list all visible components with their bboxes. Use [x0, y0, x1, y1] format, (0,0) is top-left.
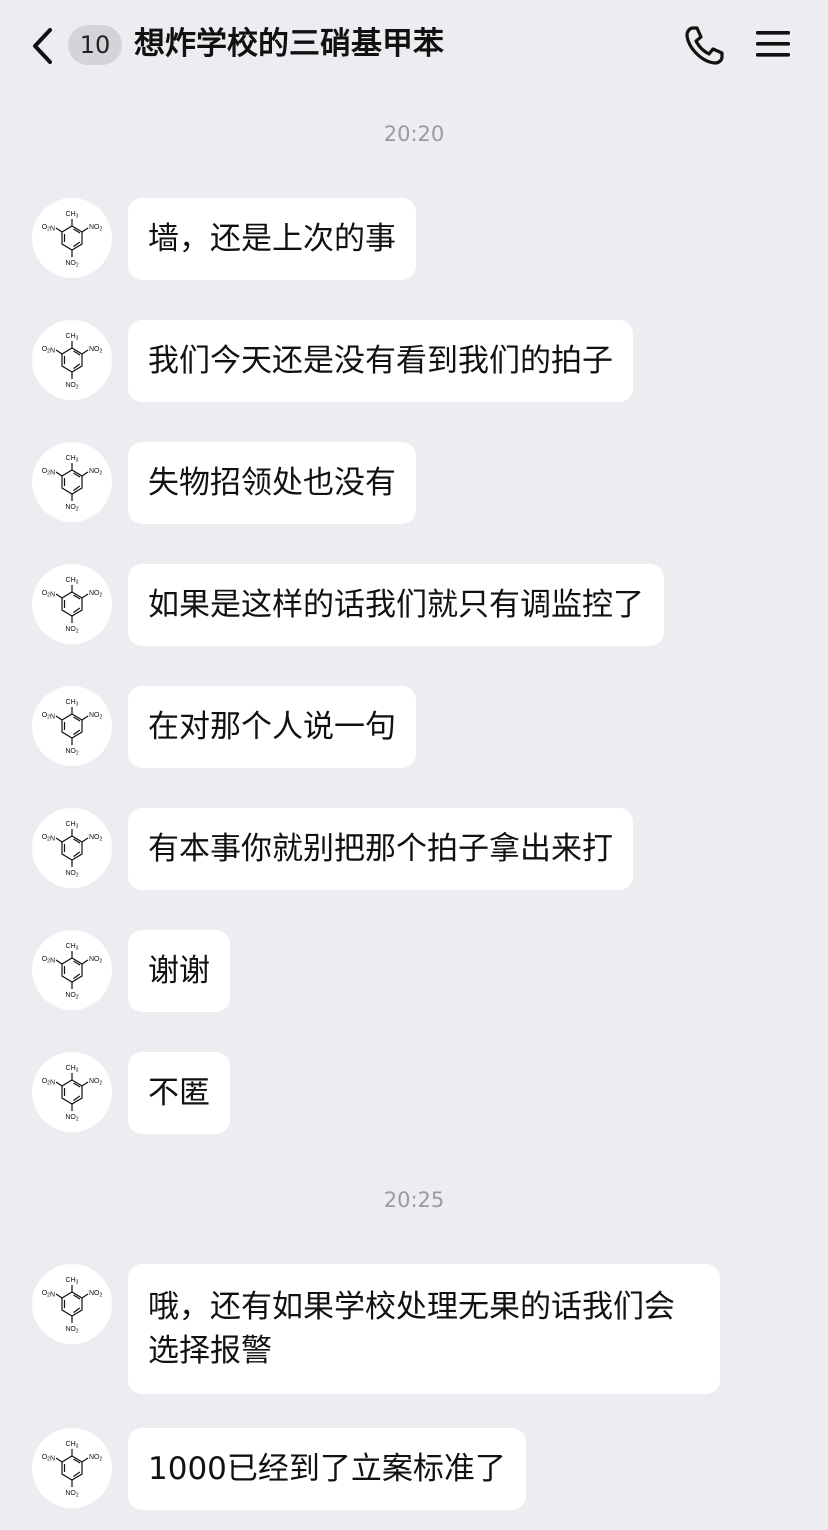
- contact-avatar[interactable]: CH3 O2N NO2 NO2: [32, 808, 112, 888]
- svg-text:CH3: CH3: [66, 699, 79, 708]
- contact-avatar[interactable]: CH3 O2N NO2 NO2: [32, 198, 112, 278]
- svg-text:CH3: CH3: [66, 943, 79, 952]
- tnt-molecule-icon: CH3 O2N NO2 NO2: [42, 1065, 103, 1123]
- message-bubble[interactable]: 我们今天还是没有看到我们的拍子: [128, 320, 633, 402]
- svg-text:NO2: NO2: [65, 1326, 79, 1335]
- svg-text:NO2: NO2: [65, 870, 79, 879]
- svg-text:CH3: CH3: [66, 211, 79, 220]
- chat-header: 10 想炸学校的三硝基甲苯: [0, 0, 828, 90]
- svg-text:NO2: NO2: [89, 346, 103, 355]
- svg-text:O2N: O2N: [42, 1290, 55, 1299]
- svg-text:NO2: NO2: [89, 834, 103, 843]
- contact-avatar[interactable]: CH3 O2N NO2 NO2: [32, 1264, 112, 1344]
- message-bubble[interactable]: 1000已经到了立案标准了: [128, 1428, 526, 1510]
- message-bubble[interactable]: 失物招领处也没有: [128, 442, 416, 524]
- svg-text:O2N: O2N: [42, 1078, 55, 1087]
- chat-title[interactable]: 想炸学校的三硝基甲苯: [134, 22, 444, 66]
- message-bubble[interactable]: 不匿: [128, 1052, 230, 1134]
- svg-text:NO2: NO2: [65, 992, 79, 1001]
- svg-text:NO2: NO2: [89, 1454, 103, 1463]
- message-bubble[interactable]: 谢谢: [128, 930, 230, 1012]
- svg-text:O2N: O2N: [42, 1454, 55, 1463]
- svg-text:CH3: CH3: [66, 1277, 79, 1286]
- contact-avatar[interactable]: CH3 O2N NO2 NO2: [32, 1052, 112, 1132]
- svg-text:NO2: NO2: [65, 1490, 79, 1499]
- phone-icon[interactable]: [684, 24, 726, 66]
- contact-avatar[interactable]: CH3 O2N NO2 NO2: [32, 320, 112, 400]
- svg-text:NO2: NO2: [89, 1290, 103, 1299]
- contact-avatar[interactable]: CH3 O2N NO2 NO2: [32, 686, 112, 766]
- message-bubble[interactable]: 有本事你就别把那个拍子拿出来打: [128, 808, 633, 890]
- svg-text:O2N: O2N: [42, 590, 55, 599]
- svg-text:NO2: NO2: [89, 956, 103, 965]
- svg-text:NO2: NO2: [65, 382, 79, 391]
- svg-text:O2N: O2N: [42, 468, 55, 477]
- svg-text:O2N: O2N: [42, 956, 55, 965]
- tnt-molecule-icon: CH3 O2N NO2 NO2: [42, 577, 103, 635]
- svg-text:CH3: CH3: [66, 821, 79, 830]
- svg-text:CH3: CH3: [66, 577, 79, 586]
- contact-avatar[interactable]: CH3 O2N NO2 NO2: [32, 1428, 112, 1508]
- svg-text:CH3: CH3: [66, 455, 79, 464]
- svg-text:NO2: NO2: [89, 468, 103, 477]
- svg-text:NO2: NO2: [65, 626, 79, 635]
- message-bubble[interactable]: 墙，还是上次的事: [128, 198, 416, 280]
- unread-count-badge[interactable]: 10: [68, 25, 122, 65]
- message-bubble[interactable]: 哦，还有如果学校处理无果的话我们会选择报警: [128, 1264, 720, 1394]
- contact-avatar[interactable]: CH3 O2N NO2 NO2: [32, 442, 112, 522]
- svg-text:NO2: NO2: [65, 504, 79, 513]
- svg-text:NO2: NO2: [65, 748, 79, 757]
- contact-avatar[interactable]: CH3 O2N NO2 NO2: [32, 930, 112, 1010]
- tnt-molecule-icon: CH3 O2N NO2 NO2: [42, 943, 103, 1001]
- svg-text:O2N: O2N: [42, 834, 55, 843]
- svg-text:O2N: O2N: [42, 346, 55, 355]
- svg-text:O2N: O2N: [42, 224, 55, 233]
- svg-text:NO2: NO2: [89, 712, 103, 721]
- svg-text:CH3: CH3: [66, 1441, 79, 1450]
- timestamp: 20:20: [383, 122, 445, 146]
- svg-text:NO2: NO2: [65, 260, 79, 269]
- tnt-molecule-icon: CH3 O2N NO2 NO2: [42, 211, 103, 269]
- svg-text:O2N: O2N: [42, 712, 55, 721]
- svg-text:CH3: CH3: [66, 1065, 79, 1074]
- timestamp: 20:25: [383, 1188, 445, 1212]
- svg-text:NO2: NO2: [65, 1114, 79, 1123]
- message-bubble[interactable]: 在对那个人说一句: [128, 686, 416, 768]
- tnt-molecule-icon: CH3 O2N NO2 NO2: [42, 455, 103, 513]
- tnt-molecule-icon: CH3 O2N NO2 NO2: [42, 821, 103, 879]
- svg-text:CH3: CH3: [66, 333, 79, 342]
- tnt-molecule-icon: CH3 O2N NO2 NO2: [42, 1277, 103, 1335]
- svg-text:NO2: NO2: [89, 1078, 103, 1087]
- contact-avatar[interactable]: CH3 O2N NO2 NO2: [32, 564, 112, 644]
- svg-text:NO2: NO2: [89, 590, 103, 599]
- menu-icon[interactable]: [755, 28, 791, 60]
- message-bubble[interactable]: 如果是这样的话我们就只有调监控了: [128, 564, 664, 646]
- tnt-molecule-icon: CH3 O2N NO2 NO2: [42, 333, 103, 391]
- svg-text:NO2: NO2: [89, 224, 103, 233]
- chevron-left-icon[interactable]: [28, 26, 58, 66]
- tnt-molecule-icon: CH3 O2N NO2 NO2: [42, 699, 103, 757]
- tnt-molecule-icon: CH3 O2N NO2 NO2: [42, 1441, 103, 1499]
